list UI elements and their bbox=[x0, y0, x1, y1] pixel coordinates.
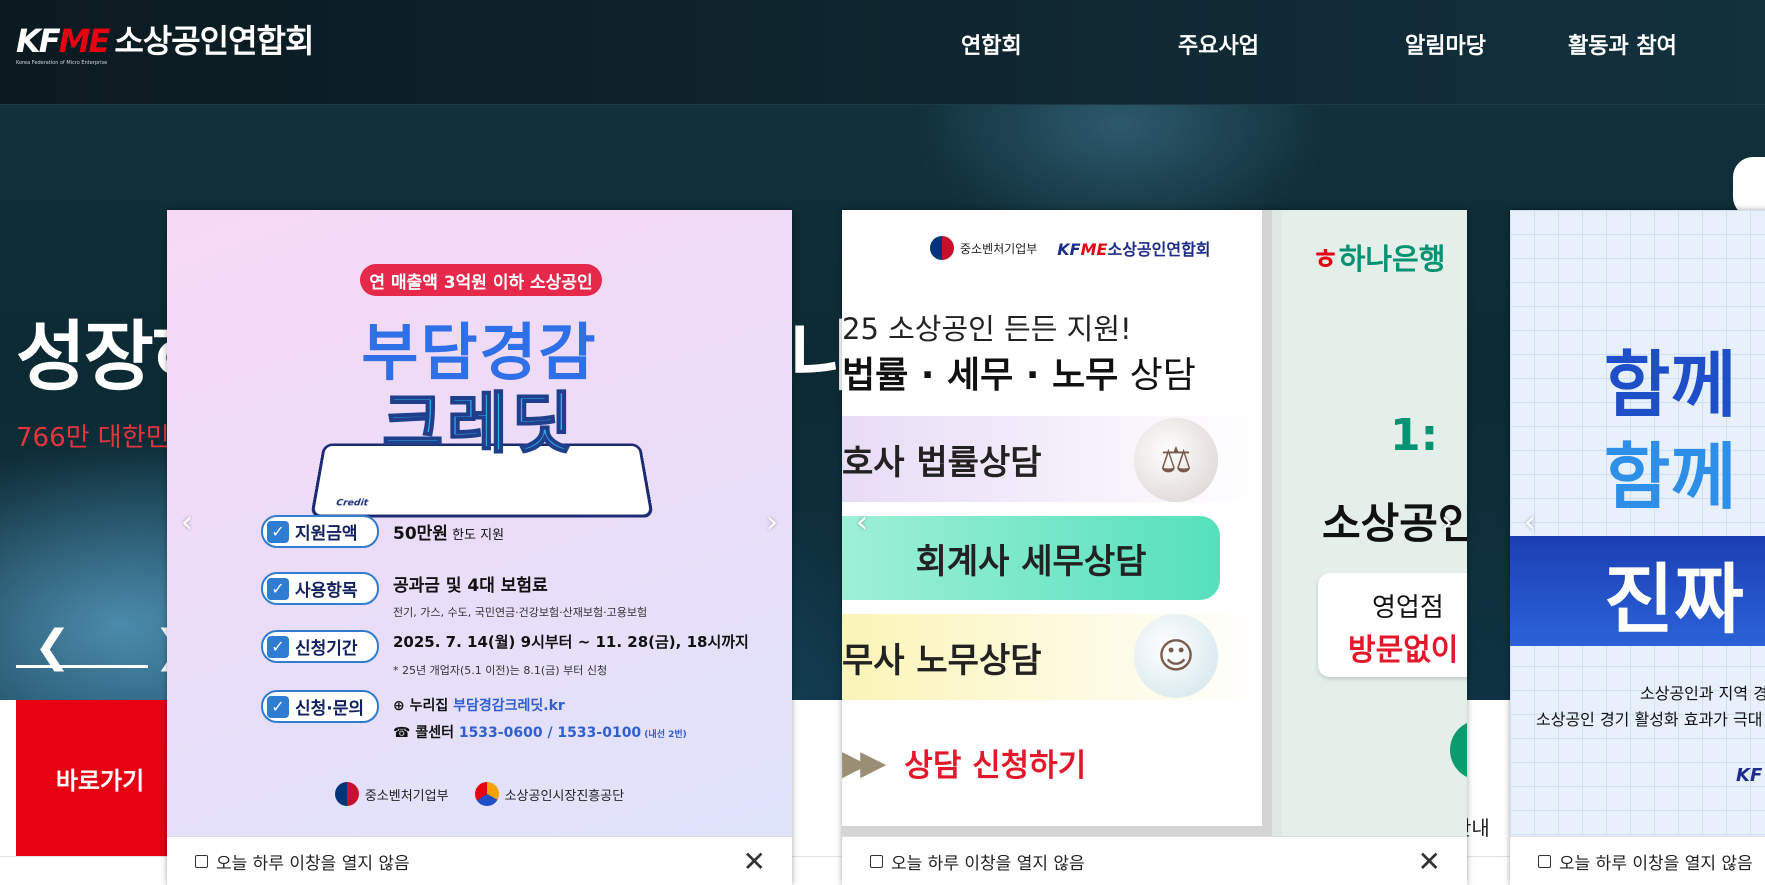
check-icon: ✓ bbox=[267, 577, 289, 600]
popup-credit-title-line2: 크레딧 bbox=[381, 384, 577, 463]
popup-credit-badge: 연 매출액 3억원 이하 소상공인 bbox=[360, 264, 602, 296]
semas-emblem-icon bbox=[474, 782, 499, 806]
close-icon[interactable]: ✕ bbox=[1418, 848, 1441, 876]
popup-credit: 연 매출액 3억원 이하 소상공인 부담경감 Credit 크레딧 ✓ 지원금액 … bbox=[167, 210, 792, 885]
nav-item-federation[interactable]: 연합회 bbox=[961, 28, 1022, 60]
consulting-item-tax: 회계사 세무상담 bbox=[842, 516, 1220, 600]
play-arrows-icon: ▶▶ bbox=[842, 742, 886, 783]
hana-card-line1: 영업점 bbox=[1372, 593, 1444, 623]
org-ministry: 중소벤처기업부 bbox=[334, 782, 449, 806]
popup-together: 함께 함께 진짜 소상공인과 지역 경 소상공인 경기 활성화 효과가 극대 K… bbox=[1510, 210, 1765, 885]
hana-icon: ㅎ bbox=[1312, 242, 1339, 276]
popup-next-arrow-icon[interactable]: › bbox=[1441, 508, 1453, 538]
org-semas: 소상공인시장진흥공단 bbox=[474, 782, 624, 806]
check-icon: ✓ bbox=[267, 520, 289, 543]
together-big-text: 진짜 bbox=[1604, 555, 1744, 644]
info-value: 공과금 및 4대 보험료 bbox=[393, 576, 548, 596]
shortcut-button[interactable]: 바로가기 bbox=[16, 700, 184, 857]
consulting-org-logos: 중소벤처기업부 KFME소상공인연합회 bbox=[930, 236, 1211, 260]
dont-show-today-checkbox[interactable] bbox=[870, 854, 883, 868]
site-header: KFME 소상공인연합회 Korea Federation of Micro E… bbox=[0, 0, 1765, 105]
logo-name: 소상공인연합회 bbox=[114, 22, 314, 60]
info-callcenter: ☎ 콜센터 1533-0600 / 1533-0100 (내선 2번) bbox=[393, 725, 687, 741]
consulting-line1: 25 소상공인 든든 지원! bbox=[842, 312, 1132, 346]
check-icon: ✓ bbox=[267, 635, 289, 658]
popup-prev-arrow-icon[interactable]: ‹ bbox=[181, 508, 193, 538]
together-sub1: 소상공인과 지역 경 bbox=[1640, 684, 1765, 703]
together-title-line1: 함께 bbox=[1604, 343, 1737, 427]
info-row-contact: ✓ 신청·문의 bbox=[261, 690, 379, 723]
credit-card-label: Credit bbox=[335, 498, 369, 509]
info-row-usage: ✓ 사용항목 공과금 및 4대 보험료 bbox=[261, 572, 548, 605]
consulting-apply-cta[interactable]: ▶▶ 상담 신청하기 bbox=[842, 740, 1086, 785]
together-title-line2: 함께 bbox=[1604, 435, 1737, 519]
together-kfme-logo: KF bbox=[1736, 765, 1763, 786]
nav-item-main-projects[interactable]: 주요사업 bbox=[1178, 28, 1259, 60]
logo-mark: KFME bbox=[16, 22, 110, 60]
org-kfme: KFME소상공인연합회 bbox=[1057, 240, 1211, 259]
info-tag: ✓ 사용항목 bbox=[261, 572, 379, 605]
dont-show-today-checkbox[interactable] bbox=[1538, 854, 1551, 868]
info-note: 전기, 가스, 수도, 국민연금·건강보험·산재보험·고용보험 bbox=[393, 606, 648, 619]
popup-together-banner[interactable]: 함께 함께 진짜 소상공인과 지역 경 소상공인 경기 활성화 효과가 극대 K… bbox=[1510, 210, 1765, 836]
info-note: * 25년 개업자(5.1 이전)는 8.1(금) 부터 신청 bbox=[393, 664, 608, 677]
info-tag: ✓ 신청기간 bbox=[261, 630, 379, 663]
popup-footer: 오늘 하루 이창을 열지 않음 ✕ bbox=[842, 836, 1467, 885]
info-value: 2025. 7. 14(월) 9시부터 ~ 11. 28(금), 18시까지 bbox=[393, 633, 749, 651]
consulting-panel: 중소벤처기업부 KFME소상공인연합회 25 소상공인 든든 지원! 법률 · … bbox=[842, 210, 1272, 836]
logo-subtitle: Korea Federation of Micro Enterprise bbox=[16, 60, 108, 66]
popup-prev-arrow-icon[interactable]: ‹ bbox=[1524, 508, 1536, 538]
popup-footer: 오늘 하루 이창을 열지 않음 ✕ bbox=[167, 836, 792, 885]
dont-show-today-label[interactable]: 오늘 하루 이창을 열지 않음 bbox=[1559, 849, 1753, 874]
ministry-emblem-icon bbox=[334, 782, 359, 806]
worker-icon: ☺ bbox=[1134, 614, 1218, 698]
site-logo[interactable]: KFME 소상공인연합회 Korea Federation of Micro E… bbox=[16, 22, 314, 66]
info-value: 50만원 한도 지원 bbox=[393, 524, 505, 544]
hero-progress-bar bbox=[16, 665, 148, 668]
hero-subtitle: 766만 대한민 bbox=[16, 423, 170, 453]
together-sub2: 소상공인 경기 활성화 효과가 극대 bbox=[1536, 710, 1763, 729]
info-row-amount: ✓ 지원금액 50만원 한도 지원 bbox=[261, 515, 504, 548]
hana-bank-logo: ㅎ하나은행 bbox=[1312, 242, 1446, 276]
org-ministry: 중소벤처기업부 bbox=[930, 236, 1037, 260]
hero-prev-arrow-icon[interactable]: ❮ bbox=[34, 625, 71, 669]
hana-card: 영업점 방문없이 bbox=[1318, 573, 1467, 677]
popup-credit-orgs: 중소벤처기업부 소상공인시장진흥공단 bbox=[167, 782, 792, 806]
dont-show-today-label[interactable]: 오늘 하루 이창을 열지 않음 bbox=[216, 849, 410, 874]
info-website[interactable]: ⊕ 누리집 부담경감크레딧.kr bbox=[393, 695, 565, 715]
popup-footer: 오늘 하루 이창을 열지 않음 bbox=[1510, 836, 1765, 885]
ministry-emblem-icon bbox=[930, 236, 954, 260]
hero-side-widget[interactable] bbox=[1733, 157, 1765, 217]
nav-item-participation[interactable]: 활동과 참여 bbox=[1568, 28, 1677, 60]
info-tag: ✓ 신청·문의 bbox=[261, 690, 379, 723]
popup-next-arrow-icon[interactable]: › bbox=[766, 508, 778, 538]
popup-consulting: 중소벤처기업부 KFME소상공인연합회 25 소상공인 든든 지원! 법률 · … bbox=[842, 210, 1467, 885]
dont-show-today-label[interactable]: 오늘 하루 이창을 열지 않음 bbox=[891, 849, 1085, 874]
dont-show-today-checkbox[interactable] bbox=[195, 854, 208, 868]
popup-credit-banner[interactable]: 연 매출액 3억원 이하 소상공인 부담경감 Credit 크레딧 ✓ 지원금액 … bbox=[167, 210, 792, 836]
consulting-line2: 법률 · 세무 · 노무 상담 bbox=[842, 355, 1196, 396]
scale-icon: ⚖ bbox=[1134, 418, 1218, 502]
nav-item-notice[interactable]: 알림마당 bbox=[1405, 28, 1486, 60]
info-row-period: ✓ 신청기간 2025. 7. 14(월) 9시부터 ~ 11. 28(금), 1… bbox=[261, 630, 749, 663]
info-tag: ✓ 지원금액 bbox=[261, 515, 379, 548]
popup-prev-arrow-icon[interactable]: ‹ bbox=[856, 508, 868, 538]
close-icon[interactable]: ✕ bbox=[743, 848, 766, 876]
hana-line1: 1: bbox=[1390, 410, 1439, 461]
popup-consulting-banner[interactable]: 중소벤처기업부 KFME소상공인연합회 25 소상공인 든든 지원! 법률 · … bbox=[842, 210, 1467, 836]
hana-card-line2: 방문없이 bbox=[1348, 633, 1459, 668]
check-icon: ✓ bbox=[267, 695, 289, 718]
